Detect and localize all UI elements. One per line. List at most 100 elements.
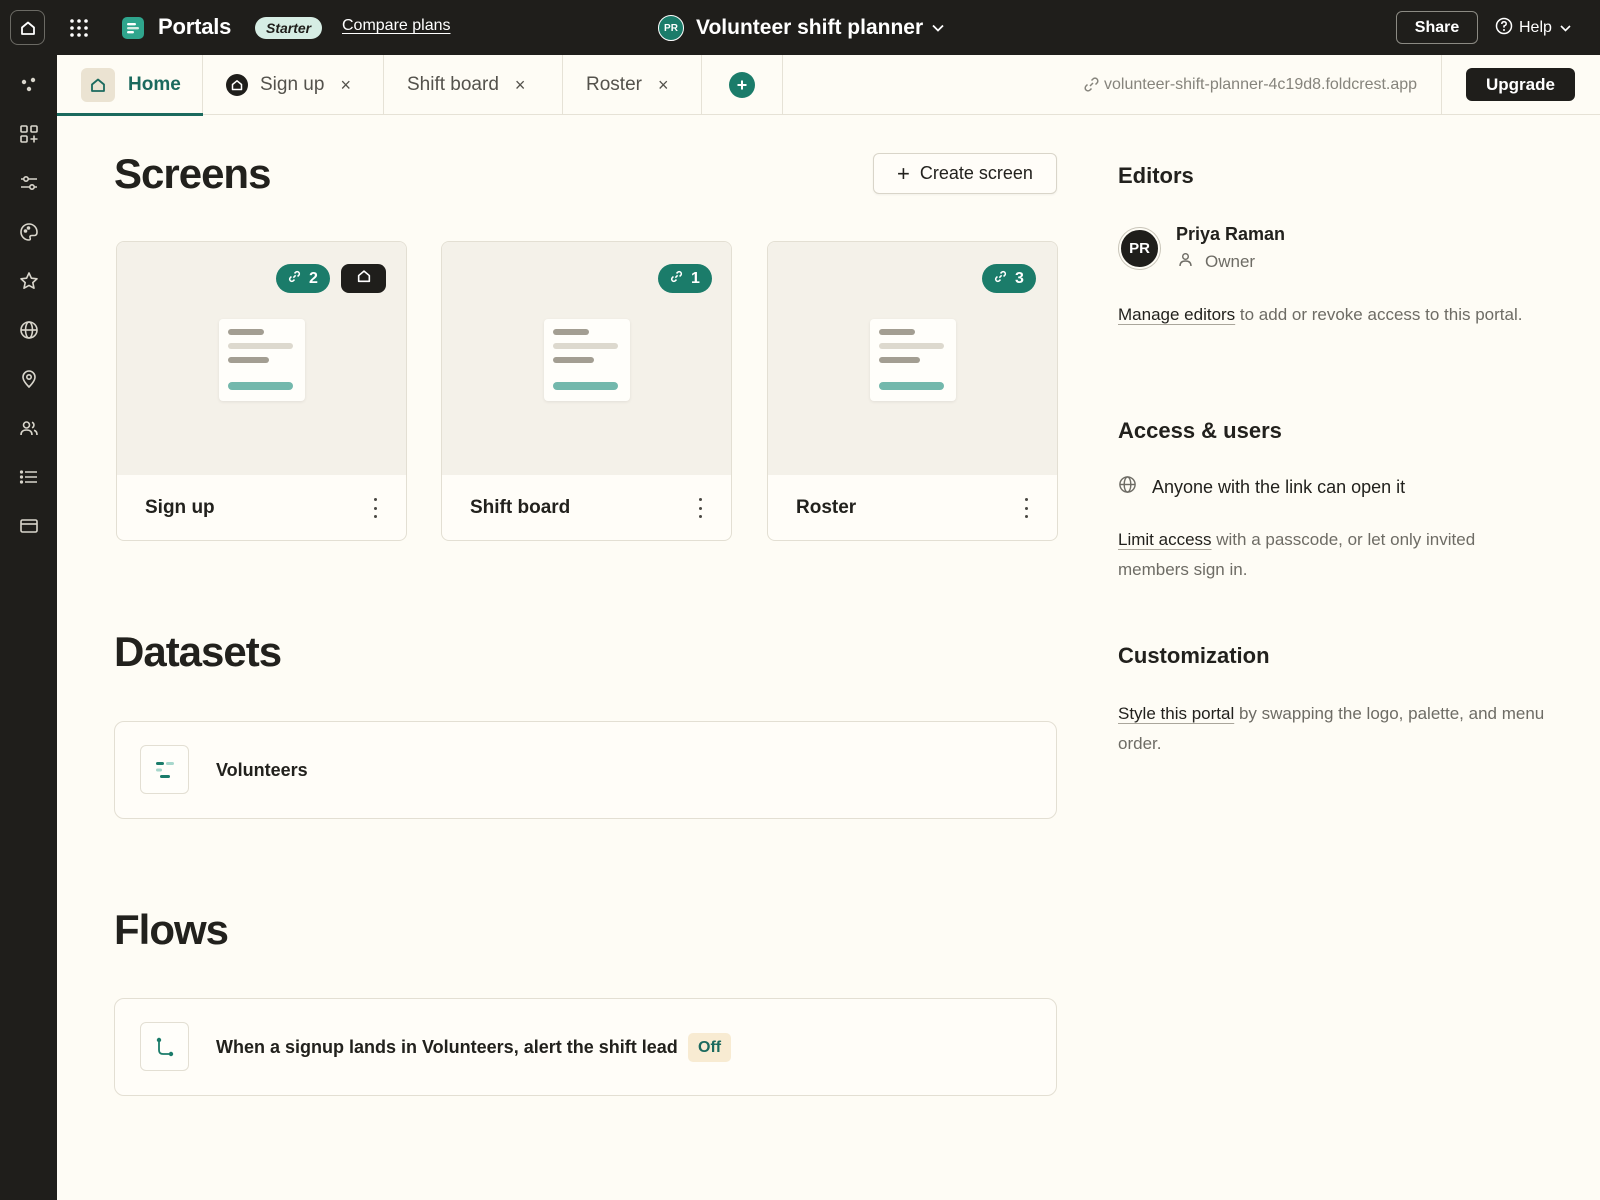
portal-url[interactable]: volunteer-shift-planner-4c19d8.foldcrest…	[1042, 55, 1442, 115]
link-icon	[288, 270, 301, 288]
globe-icon	[1118, 475, 1137, 499]
tab-home[interactable]: Home	[57, 55, 203, 116]
flow-row[interactable]: When a signup lands in Volunteers, alert…	[114, 998, 1057, 1096]
tab-home-label: Home	[128, 74, 181, 95]
access-description: Limit access with a passcode, or let onl…	[1118, 525, 1548, 585]
tab-shift-board-label: Shift board	[407, 74, 499, 95]
link-count: 2	[309, 269, 318, 287]
portals-logo-icon	[121, 16, 145, 40]
help-label: Help	[1519, 19, 1552, 36]
person-icon	[1178, 252, 1193, 272]
flows-heading: Flows	[114, 906, 229, 953]
tab-bar: Home Sign up × Shift board × Roster × vo…	[57, 55, 1600, 116]
portal-url-text: volunteer-shift-planner-4c19d8.foldcrest…	[1104, 76, 1418, 93]
screen-title: Roster	[796, 497, 857, 518]
globe-icon[interactable]	[16, 317, 42, 343]
left-rail	[0, 55, 57, 1200]
document-icon	[219, 319, 305, 401]
tab-roster[interactable]: Roster ×	[563, 55, 702, 115]
screen-card[interactable]: 3 Roster	[767, 241, 1058, 541]
help-menu[interactable]: Help	[1495, 14, 1571, 42]
customization-heading: Customization	[1118, 643, 1270, 668]
app-name: Portals	[158, 14, 232, 39]
editor-role-label: Owner	[1205, 252, 1256, 271]
home-screen-icon	[226, 74, 248, 96]
compare-plans-link[interactable]: Compare plans	[342, 17, 451, 35]
dots-icon[interactable]	[16, 72, 42, 98]
link-count: 3	[1015, 269, 1024, 287]
flow-name: When a signup lands in Volunteers, alert…	[216, 1037, 678, 1057]
upgrade-button[interactable]: Upgrade	[1466, 68, 1575, 101]
table-icon	[140, 745, 189, 794]
dataset-name: Volunteers	[216, 760, 308, 780]
app-grid-icon[interactable]	[68, 17, 90, 39]
access-status: Anyone with the link can open it	[1118, 475, 1405, 499]
screen-title: Shift board	[470, 497, 571, 518]
home-icon[interactable]	[10, 10, 45, 45]
link-icon	[670, 270, 683, 288]
home-screen-badge	[341, 264, 386, 293]
document-icon	[544, 319, 630, 401]
add-tab-button[interactable]	[702, 55, 783, 115]
create-screen-button[interactable]: + Create screen	[873, 153, 1057, 194]
link-count-badge[interactable]: 2	[276, 264, 330, 293]
close-icon[interactable]: ×	[658, 75, 669, 96]
more-options-icon[interactable]	[1023, 498, 1029, 518]
location-pin-icon[interactable]	[16, 366, 42, 392]
limit-access-link[interactable]: Limit access	[1118, 530, 1212, 549]
list-icon[interactable]	[16, 464, 42, 490]
flow-status-badge[interactable]: Off	[688, 1033, 732, 1062]
active-tab-indicator	[57, 113, 203, 116]
chevron-down-icon	[1560, 19, 1571, 37]
screen-title: Sign up	[145, 497, 215, 518]
manage-editors-link[interactable]: Manage editors	[1118, 305, 1235, 324]
tab-sign-up[interactable]: Sign up ×	[203, 55, 384, 115]
avatar: PR	[1119, 228, 1160, 269]
help-icon	[1495, 17, 1513, 40]
share-button[interactable]: Share	[1396, 11, 1478, 44]
style-portal-link[interactable]: Style this portal	[1118, 704, 1234, 723]
more-options-icon[interactable]	[697, 498, 703, 518]
tab-sign-up-label: Sign up	[260, 74, 325, 95]
chevron-down-icon	[932, 24, 944, 32]
close-icon[interactable]: ×	[340, 75, 351, 96]
project-name: Volunteer shift planner	[696, 16, 924, 39]
editors-heading: Editors	[1118, 163, 1194, 188]
access-heading: Access & users	[1118, 418, 1282, 443]
editor-role: Owner	[1178, 252, 1255, 272]
card-icon[interactable]	[16, 513, 42, 539]
create-screen-label: Create screen	[919, 163, 1033, 183]
access-status-label: Anyone with the link can open it	[1152, 476, 1406, 497]
project-avatar: PR	[658, 15, 684, 41]
plus-icon	[729, 72, 755, 98]
home-icon	[356, 268, 372, 289]
plan-badge: Starter	[255, 17, 323, 39]
customization-description: Style this portal by swapping the logo, …	[1118, 699, 1548, 759]
sliders-icon[interactable]	[16, 170, 42, 196]
top-bar: Portals Starter Compare plans PR Volunte…	[0, 0, 1600, 55]
link-icon	[1083, 76, 1100, 98]
datasets-heading: Datasets	[114, 628, 282, 675]
users-icon[interactable]	[16, 415, 42, 441]
flow-branch-icon	[140, 1022, 189, 1071]
screens-heading: Screens	[114, 150, 271, 197]
editor-name: Priya Raman	[1176, 224, 1286, 244]
project-switcher[interactable]: PR Volunteer shift planner	[658, 13, 944, 43]
plus-icon: +	[897, 160, 910, 186]
link-count-badge[interactable]: 3	[982, 264, 1036, 293]
editors-description: Manage editors to add or revoke access t…	[1118, 300, 1548, 330]
apps-icon[interactable]	[16, 121, 42, 147]
screen-card[interactable]: 2 Sign up	[116, 241, 407, 541]
screen-card[interactable]: 1 Shift board	[441, 241, 732, 541]
tab-shift-board[interactable]: Shift board ×	[384, 55, 563, 115]
document-icon	[870, 319, 956, 401]
link-count-badge[interactable]: 1	[658, 264, 712, 293]
link-icon	[994, 270, 1007, 288]
link-count: 1	[691, 269, 700, 287]
star-icon[interactable]	[16, 268, 42, 294]
close-icon[interactable]: ×	[515, 75, 526, 96]
home-icon	[81, 68, 115, 102]
palette-icon[interactable]	[16, 219, 42, 245]
dataset-row[interactable]: Volunteers	[114, 721, 1057, 819]
more-options-icon[interactable]	[372, 498, 378, 518]
